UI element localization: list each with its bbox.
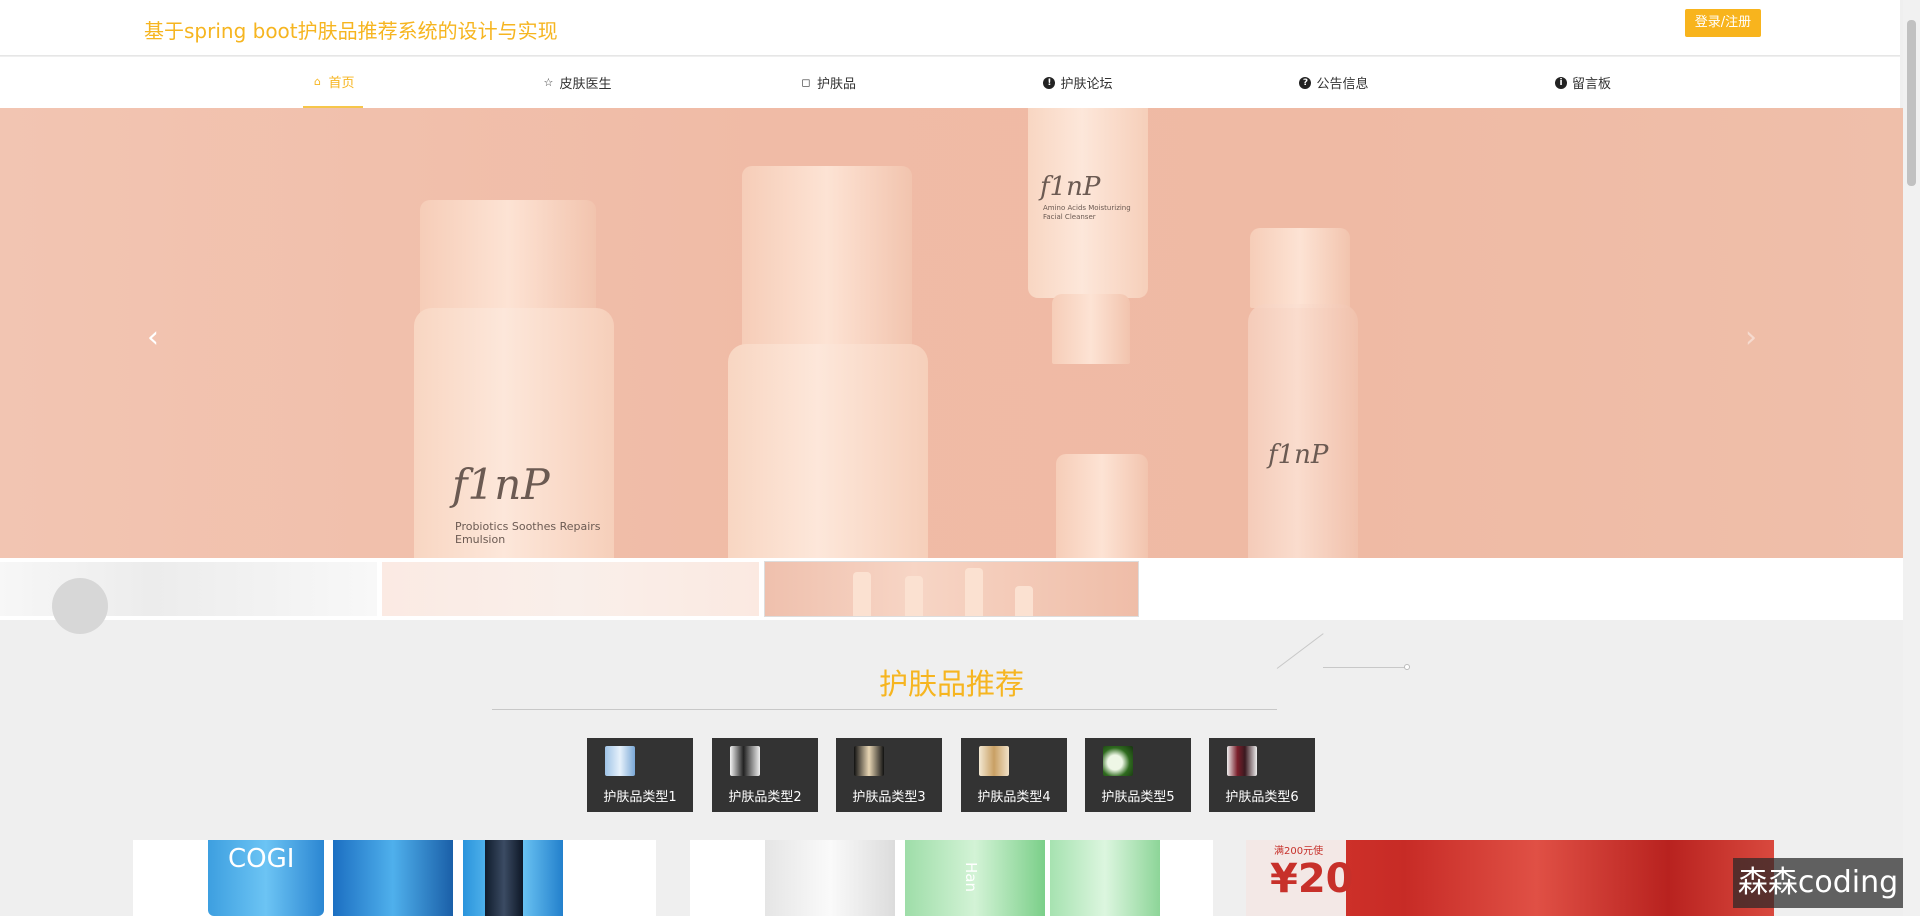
scrollbar-thumb[interactable] <box>1907 20 1916 186</box>
category-tab-1[interactable]: 护肤品类型1 <box>587 738 693 812</box>
info-circle-icon: i <box>1554 76 1567 89</box>
category-tab-2[interactable]: 护肤品类型2 <box>712 738 818 812</box>
thumbnail-product <box>853 572 871 616</box>
site-title: 基于spring boot护肤品推荐系统的设计与实现 <box>144 19 558 43</box>
brand-logo: f1nP <box>452 460 550 509</box>
banner-carousel[interactable]: f1nP Probiotics Soothes Repairs Emulsion… <box>0 108 1903 558</box>
category-thumbnail <box>1227 746 1257 776</box>
banner-thumbnails <box>0 558 1903 634</box>
banner-thumbnail[interactable] <box>0 562 377 634</box>
category-tab-4[interactable]: 护肤品类型4 <box>961 738 1067 812</box>
bottle-caption: Probiotics Soothes Repairs <box>455 520 601 533</box>
product-image <box>1050 840 1160 916</box>
product-card[interactable]: Han <box>690 840 1213 916</box>
promo-price: ¥20 <box>1270 856 1354 902</box>
category-label: 护肤品类型3 <box>852 790 926 805</box>
page-scrollbar[interactable] <box>1903 0 1920 916</box>
tube-brand-logo: f1nP <box>1040 172 1101 202</box>
thumbnail-product <box>1015 586 1033 616</box>
small-bottle <box>1056 454 1148 558</box>
title-divider <box>1323 667 1407 668</box>
nav-label: 皮肤医生 <box>559 77 612 92</box>
bottle-caption: Emulsion <box>455 533 506 546</box>
category-label: 护肤品类型2 <box>728 790 802 805</box>
nav-label: 公告信息 <box>1316 77 1369 92</box>
thumbnail-product <box>965 568 983 616</box>
product-card[interactable]: 满200元使 ¥20 <box>1246 840 1774 916</box>
product-image <box>485 840 523 916</box>
category-label: 护肤品类型5 <box>1101 790 1175 805</box>
watermark: 森森coding <box>1733 858 1903 908</box>
star-icon: ☆ <box>543 75 554 89</box>
category-thumbnail <box>979 746 1009 776</box>
chevron-left-icon[interactable]: ‹ <box>138 323 168 353</box>
main-nav: ⌂ 首页 ☆ 皮肤医生 ◻ 护肤品 ! 护肤论坛 ? 公告信息 i 留言板 <box>0 57 1900 108</box>
nav-item-dermatologist[interactable]: ☆ 皮肤医生 <box>535 57 619 108</box>
product-image <box>765 840 895 916</box>
bottle-cap <box>742 166 912 356</box>
clear-bottle <box>1248 304 1358 558</box>
product-brand: Han <box>961 862 980 892</box>
product-image <box>333 840 453 916</box>
question-icon: ? <box>1299 76 1312 89</box>
info-icon: ! <box>1043 76 1056 89</box>
thumbnail-product <box>52 578 108 634</box>
brand-logo: f1nP <box>1268 440 1329 470</box>
nav-item-skincare[interactable]: ◻ 护肤品 <box>793 57 863 108</box>
category-thumbnail <box>605 746 635 776</box>
cleanser-tube <box>1028 108 1148 298</box>
tube-caption: Amino Acids Moisturizing Facial Cleanser <box>1043 204 1131 221</box>
category-thumbnail <box>854 746 884 776</box>
nav-label: 留言板 <box>1571 77 1611 92</box>
category-label: 护肤品类型1 <box>603 790 677 805</box>
nav-item-home[interactable]: ⌂ 首页 <box>303 57 363 108</box>
category-label: 护肤品类型6 <box>1225 790 1299 805</box>
top-header: 基于spring boot护肤品推荐系统的设计与实现 登录/注册 <box>0 0 1900 56</box>
login-register-button[interactable]: 登录/注册 <box>1685 9 1761 37</box>
thumbnail-product <box>905 576 923 616</box>
product-card[interactable]: COGI <box>133 840 656 916</box>
category-tab-3[interactable]: 护肤品类型3 <box>836 738 942 812</box>
banner-thumbnail-active[interactable] <box>764 561 1139 617</box>
nav-label: 首页 <box>328 76 355 91</box>
bottle-cap <box>1250 228 1350 308</box>
nav-item-forum[interactable]: ! 护肤论坛 <box>1036 57 1120 108</box>
category-tab-6[interactable]: 护肤品类型6 <box>1209 738 1315 812</box>
product-brand: COGI <box>228 844 295 874</box>
banner-thumbnail[interactable] <box>382 562 759 616</box>
category-tab-5[interactable]: 护肤品类型5 <box>1085 738 1191 812</box>
home-icon: ⌂ <box>313 74 321 88</box>
chevron-right-icon[interactable]: › <box>1736 323 1766 353</box>
bottle <box>728 344 928 558</box>
nav-label: 护肤品 <box>816 77 856 92</box>
title-divider <box>492 709 1277 710</box>
category-label: 护肤品类型4 <box>977 790 1051 805</box>
category-thumbnail <box>1103 746 1133 776</box>
promo-text: 满200元使 <box>1274 846 1324 857</box>
nav-item-announcements[interactable]: ? 公告信息 <box>1292 57 1376 108</box>
bag-icon: ◻ <box>801 75 811 89</box>
bottle-cap <box>420 200 596 320</box>
section-title: 护肤品推荐 <box>878 667 1024 701</box>
nav-item-message-board[interactable]: i 留言板 <box>1548 57 1618 108</box>
nav-label: 护肤论坛 <box>1060 77 1113 92</box>
title-divider-dot <box>1404 664 1410 670</box>
category-thumbnail <box>730 746 760 776</box>
tube-cap <box>1052 294 1130 364</box>
